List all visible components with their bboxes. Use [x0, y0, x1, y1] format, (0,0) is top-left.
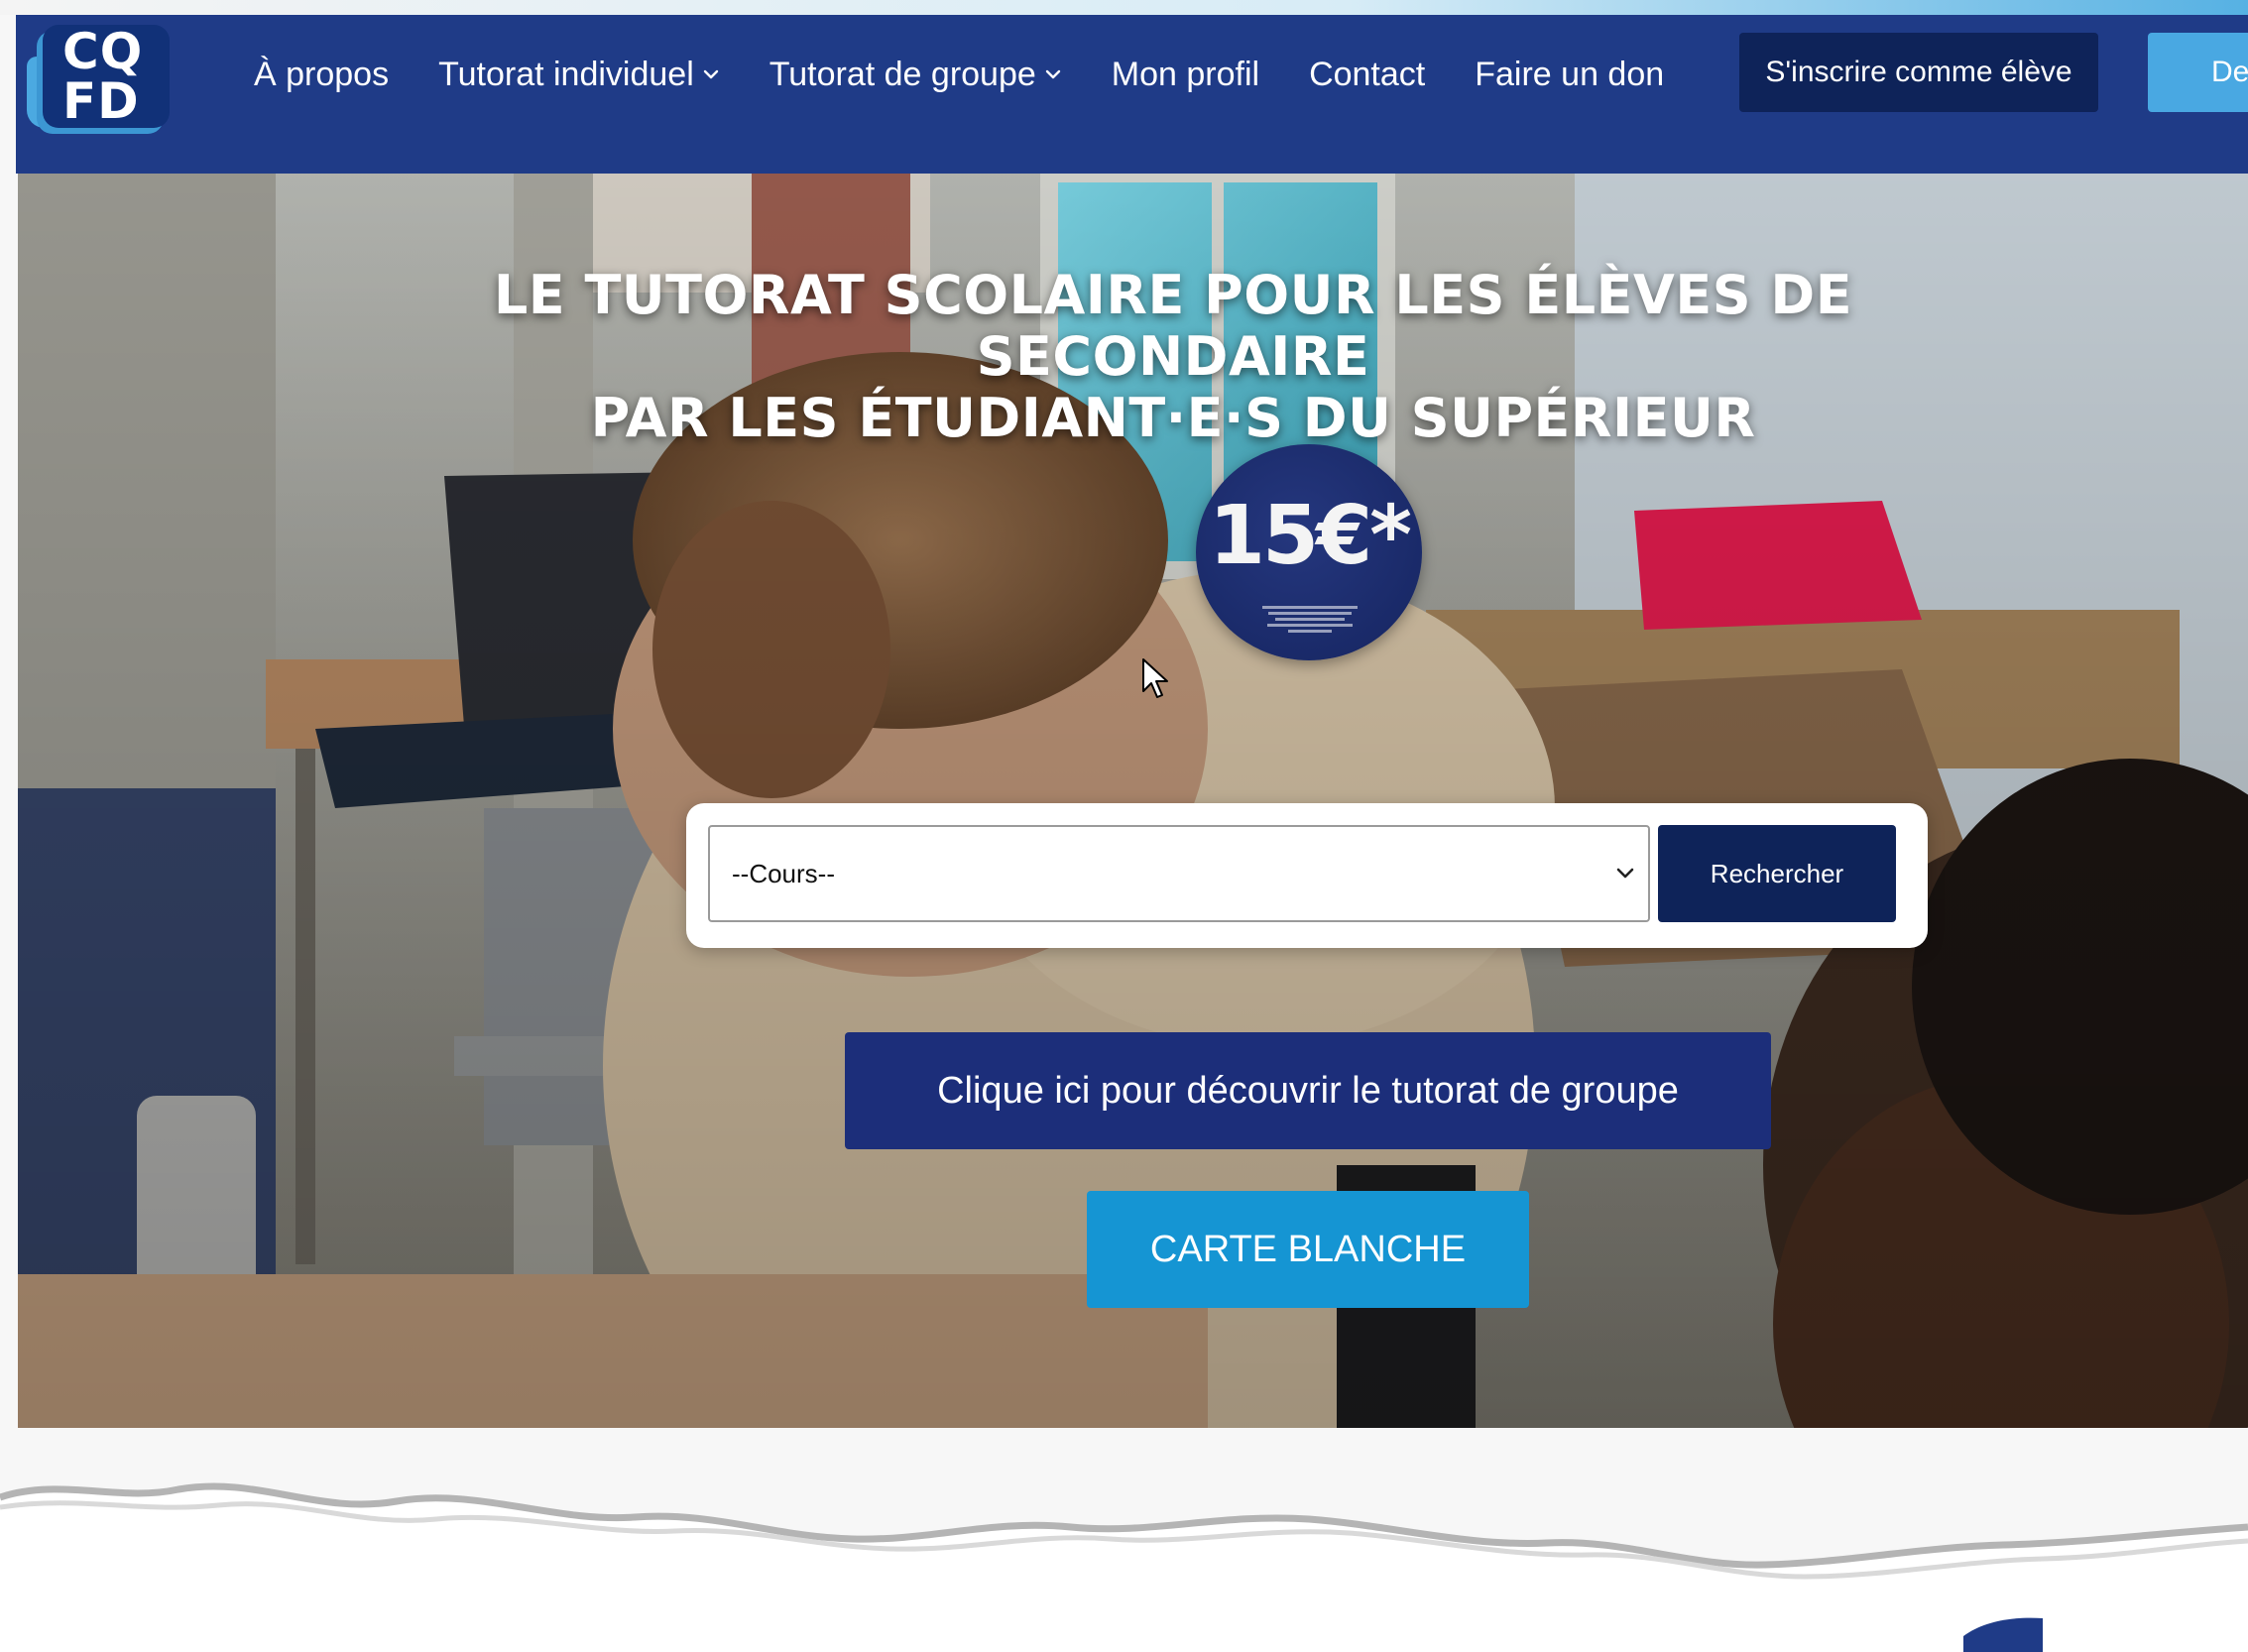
chevron-down-icon: [1616, 868, 1634, 879]
hero-title-line-1: LE TUTORAT SCOLAIRE POUR LES ÉLÈVES DE S…: [493, 264, 1853, 388]
hero-title: LE TUTORAT SCOLAIRE POUR LES ÉLÈVES DE S…: [305, 265, 2041, 449]
logo-line-2: FD: [62, 72, 140, 130]
nav-item-tutorat-de-groupe[interactable]: Tutorat de groupe: [769, 56, 1062, 94]
price-badge: 15€*: [1196, 444, 1422, 660]
group-tutoring-button[interactable]: Clique ici pour découvrir le tutorat de …: [845, 1032, 1771, 1149]
top-strip: [0, 0, 2248, 15]
torn-paper-divider: [0, 1428, 2248, 1652]
course-select-value: --Cours--: [732, 858, 835, 888]
nav-item-label: Contact: [1309, 55, 1426, 93]
chevron-down-icon: [703, 69, 718, 79]
nav-item-a-propos[interactable]: À propos: [254, 56, 389, 94]
chevron-down-icon: [1045, 69, 1060, 79]
nav-item-tutorat-individuel[interactable]: Tutorat individuel: [438, 56, 720, 94]
carte-blanche-button[interactable]: CARTE BLANCHE: [1087, 1191, 1529, 1308]
signup-student-button[interactable]: S'inscrire comme élève: [1739, 33, 2098, 112]
course-select[interactable]: --Cours--: [708, 825, 1650, 922]
nav-item-label: À propos: [254, 55, 390, 93]
hero-section: LE TUTORAT SCOLAIRE POUR LES ÉLÈVES DE S…: [18, 174, 2248, 1428]
nav-item-label: Faire un don: [1475, 55, 1665, 93]
nav-item-faire-un-don[interactable]: Faire un don: [1475, 56, 1664, 94]
nav-item-label: Mon profil: [1111, 55, 1260, 93]
cqfd-logo[interactable]: CQ FD: [21, 19, 175, 132]
nav-item-mon-profil[interactable]: Mon profil: [1112, 56, 1259, 94]
hero-title-line-2: PAR LES ÉTUDIANT·E·S DU SUPÉRIEUR: [590, 387, 1756, 449]
nav-item-contact[interactable]: Contact: [1309, 56, 1425, 94]
nav-item-label: Tutorat individuel: [438, 55, 694, 93]
course-search-panel: --Cours-- Rechercher: [686, 803, 1928, 948]
search-button[interactable]: Rechercher: [1658, 825, 1896, 922]
price-badge-amount: 15€*: [1208, 489, 1412, 583]
main-nav: À propos Tutorat individuel Tutorat de g…: [254, 15, 1714, 134]
logo-line-1: CQ: [62, 23, 144, 80]
nav-item-label: Tutorat de groupe: [769, 55, 1036, 93]
page: CQ FD À propos Tutorat individuel Tutora…: [0, 0, 2248, 1652]
become-tutor-button[interactable]: Dev: [2148, 33, 2248, 112]
price-badge-fineprint: [1255, 603, 1364, 636]
mouse-cursor-icon: [1142, 658, 1168, 698]
navbar: CQ FD À propos Tutorat individuel Tutora…: [16, 15, 2248, 174]
